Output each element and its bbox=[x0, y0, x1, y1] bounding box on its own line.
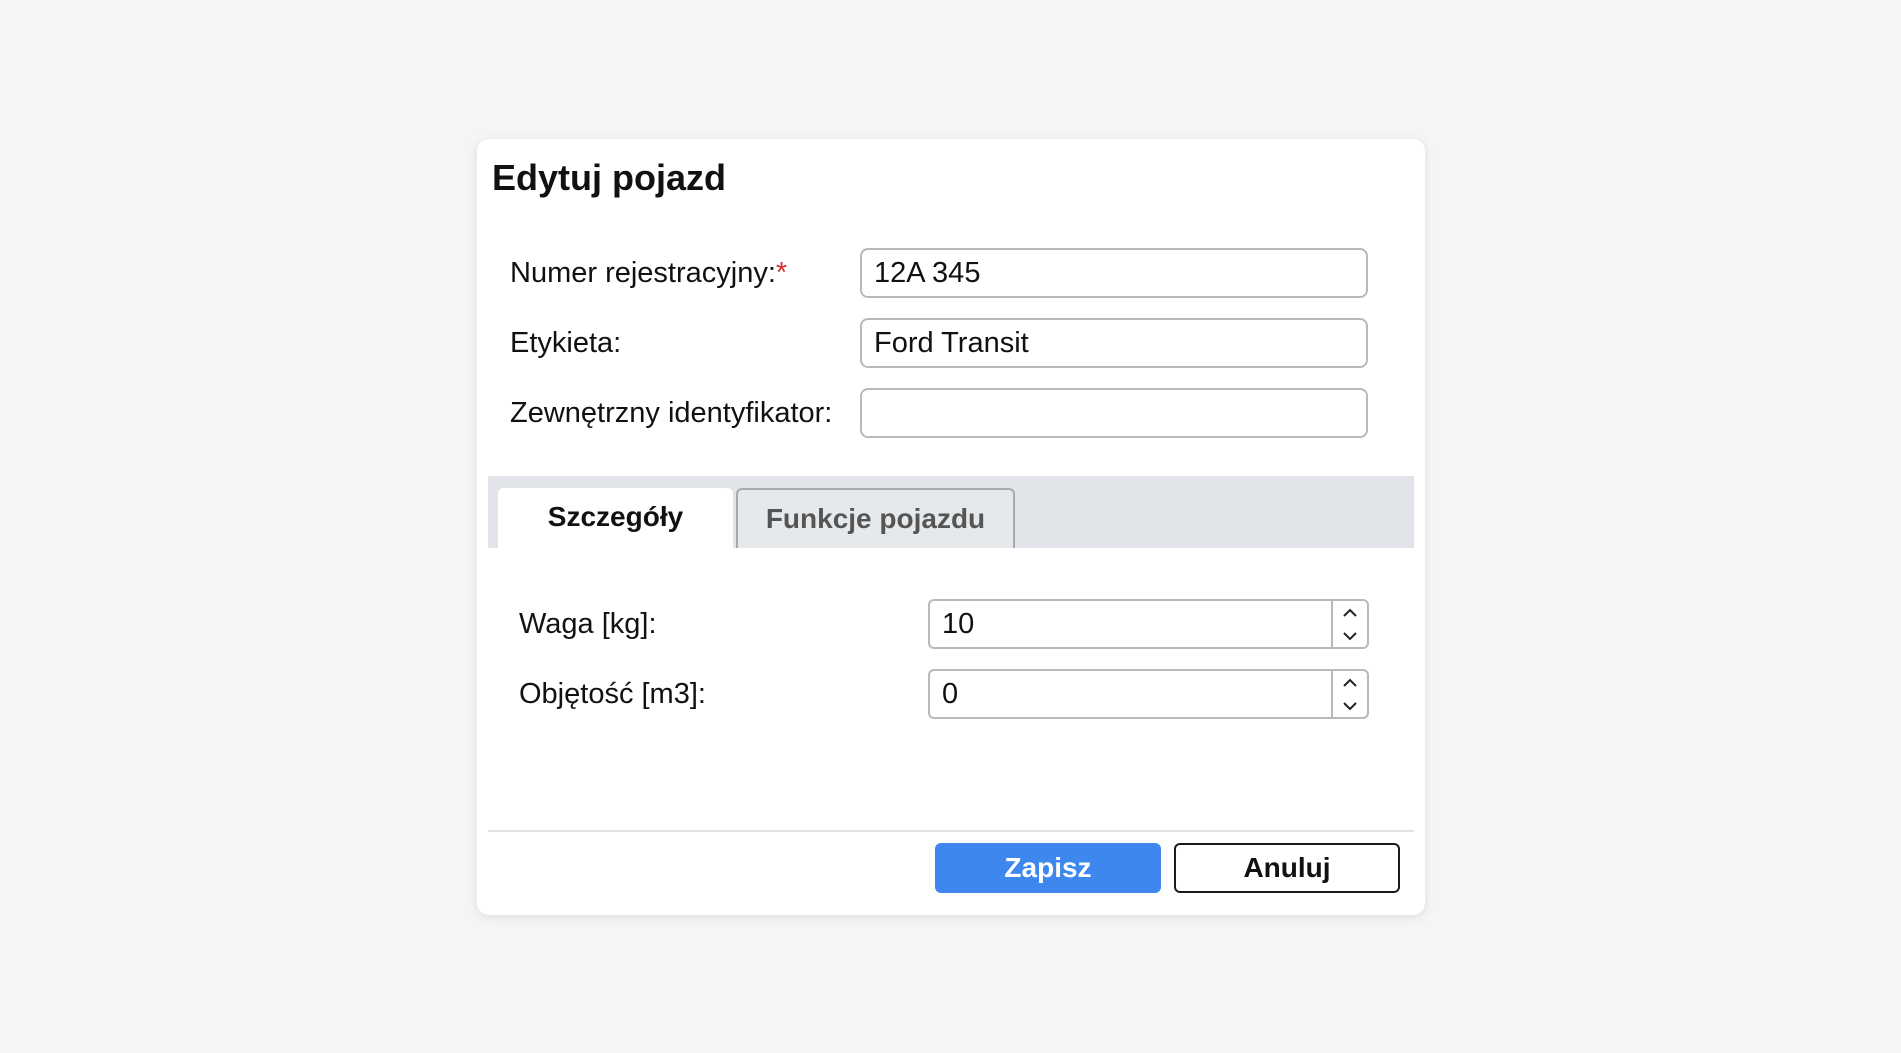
cancel-button[interactable]: Anuluj bbox=[1174, 843, 1400, 893]
weight-row: Waga [kg]: 10 bbox=[519, 599, 1379, 649]
footer-divider bbox=[488, 830, 1414, 832]
volume-spinner bbox=[1331, 671, 1367, 717]
volume-row: Objętość [m3]: 0 bbox=[519, 669, 1379, 719]
details-panel: Waga [kg]: 10 Objętość [m3]: 0 bbox=[488, 548, 1414, 770]
label-field-label: Etykieta: bbox=[510, 327, 622, 359]
weight-spinner bbox=[1331, 601, 1367, 647]
required-asterisk: * bbox=[775, 257, 788, 289]
save-button[interactable]: Zapisz bbox=[935, 843, 1161, 893]
weight-label: Waga [kg]: bbox=[519, 608, 657, 640]
chevron-down-icon[interactable] bbox=[1333, 624, 1367, 647]
registration-row: Numer rejestracyjny:* bbox=[510, 248, 1390, 298]
external-id-row: Zewnętrzny identyfikator: bbox=[510, 388, 1390, 438]
volume-input[interactable]: 0 bbox=[928, 669, 1369, 719]
label-input[interactable] bbox=[860, 318, 1368, 368]
registration-input[interactable] bbox=[860, 248, 1368, 298]
tab-vehicle-features[interactable]: Funkcje pojazdu bbox=[736, 488, 1015, 548]
volume-label: Objętość [m3]: bbox=[519, 678, 706, 710]
edit-vehicle-dialog: Edytuj pojazd Numer rejestracyjny:* Etyk… bbox=[477, 139, 1425, 915]
dialog-title: Edytuj pojazd bbox=[492, 157, 726, 198]
external-id-label: Zewnętrzny identyfikator: bbox=[510, 397, 833, 429]
chevron-down-icon[interactable] bbox=[1333, 694, 1367, 717]
chevron-up-icon[interactable] bbox=[1333, 601, 1367, 624]
label-row: Etykieta: bbox=[510, 318, 1390, 368]
tab-details[interactable]: Szczegóły bbox=[498, 488, 733, 548]
chevron-up-icon[interactable] bbox=[1333, 671, 1367, 694]
registration-label: Numer rejestracyjny:* bbox=[510, 257, 788, 289]
external-id-input[interactable] bbox=[860, 388, 1368, 438]
volume-value: 0 bbox=[942, 678, 959, 710]
weight-input[interactable]: 10 bbox=[928, 599, 1369, 649]
tab-strip: Szczegóły Funkcje pojazdu bbox=[488, 476, 1414, 548]
weight-value: 10 bbox=[942, 608, 975, 640]
